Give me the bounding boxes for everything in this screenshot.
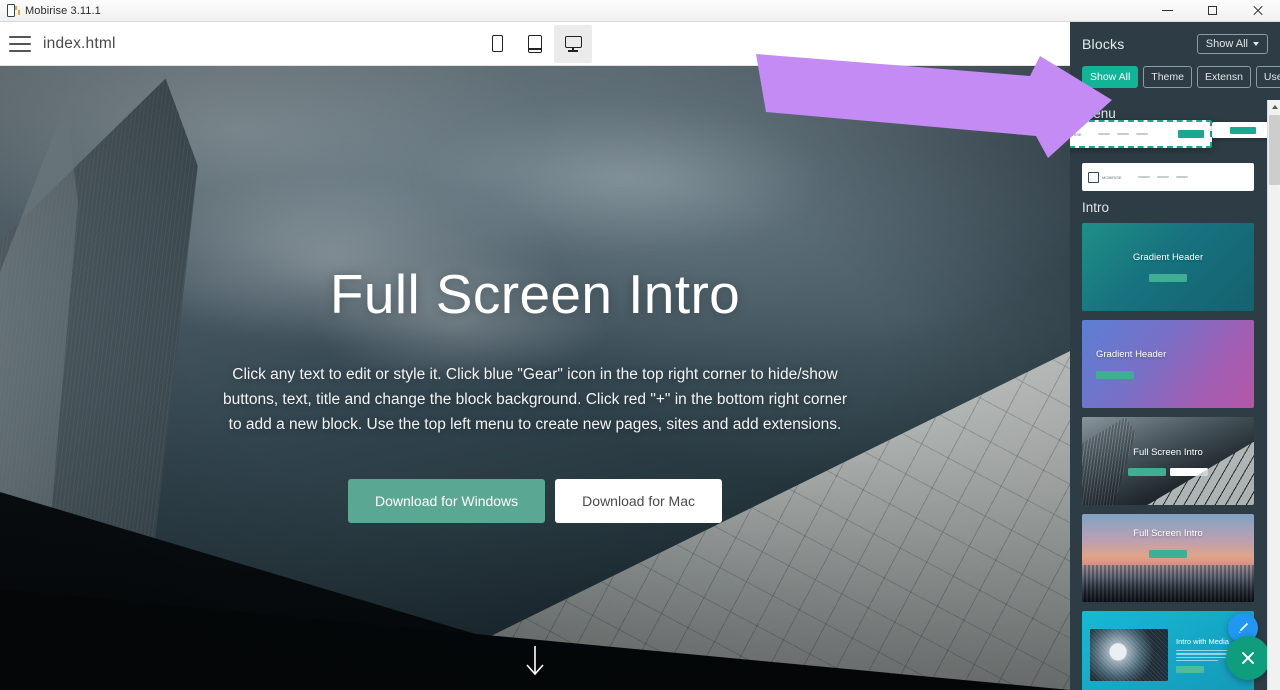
minimize-button[interactable]: [1145, 0, 1190, 22]
thumb-nav-links: [1098, 133, 1148, 136]
filter-user[interactable]: User: [1256, 66, 1280, 88]
hero-title[interactable]: Full Screen Intro: [330, 266, 740, 324]
filter-show-all[interactable]: Show All: [1082, 66, 1138, 88]
download-windows-button[interactable]: Download for Windows: [348, 479, 545, 523]
block-full-screen-intro-sunset[interactable]: Full Screen Intro: [1082, 514, 1254, 602]
desktop-icon: [565, 36, 582, 52]
brush-icon: [1236, 621, 1250, 635]
block-group-label-intro: Intro: [1082, 200, 1268, 215]
blocks-panel-scrollbar[interactable]: [1267, 100, 1280, 690]
block-full-screen-intro-arch[interactable]: Full Screen Intro: [1082, 417, 1254, 505]
thumb-cta-button: [1176, 666, 1204, 673]
filter-extensions[interactable]: Extensn: [1197, 66, 1251, 88]
menu-block-dragging[interactable]: MOBIRISE: [1070, 120, 1212, 148]
window-title: Mobirise 3.11.1: [25, 5, 101, 17]
blocks-panel-header: Blocks Show All: [1070, 22, 1280, 66]
thumb-cta-button: [1149, 274, 1187, 282]
thumb-nav-links: [1138, 176, 1188, 179]
close-icon: [1252, 5, 1263, 16]
menu-block-simple[interactable]: MOBIRISE: [1082, 163, 1254, 191]
blocks-list[interactable]: Menu MOBIRISE MOBIRISE Intro: [1070, 98, 1280, 690]
thumb-title: Gradient Header: [1096, 349, 1166, 360]
thumb-brand-label: MOBIRISE: [1070, 132, 1082, 137]
device-mobile-button[interactable]: [478, 25, 516, 63]
menu-block-drag-ghost: [1212, 122, 1274, 138]
thumb-cta-button: [1149, 550, 1187, 558]
chevron-down-icon: [1253, 42, 1259, 46]
thumb-cta-button: [1178, 130, 1204, 138]
device-preview-switcher: [478, 25, 592, 63]
page-canvas[interactable]: Full Screen Intro Click any text to edit…: [0, 66, 1070, 690]
phone-icon: [492, 35, 503, 52]
thumb-brand-label: MOBIRISE: [1102, 175, 1122, 180]
maximize-icon: [1207, 5, 1218, 16]
scroll-up-icon[interactable]: [1268, 100, 1280, 113]
hero-block[interactable]: Full Screen Intro Click any text to edit…: [0, 66, 1070, 690]
thumb-logo-icon: [1088, 172, 1099, 183]
close-panel-button[interactable]: [1226, 636, 1270, 680]
download-mac-button[interactable]: Download for Mac: [555, 479, 722, 523]
show-all-dropdown-label: Show All: [1206, 38, 1248, 50]
maximize-button[interactable]: [1190, 0, 1235, 22]
close-button[interactable]: [1235, 0, 1280, 22]
app-toolbar: index.html: [0, 22, 1070, 66]
scrollbar-thumb[interactable]: [1269, 115, 1280, 185]
mobirise-app-window: Mobirise 3.11.1 index.html: [0, 0, 1280, 690]
arrow-down-icon[interactable]: [522, 644, 548, 678]
block-group-label-menu: Menu: [1082, 106, 1268, 121]
thumb-button-row: [1128, 468, 1208, 476]
hero-body-text[interactable]: Click any text to edit or style it. Clic…: [220, 362, 850, 437]
tablet-icon: [528, 35, 542, 53]
document-title: index.html: [43, 35, 116, 53]
block-gradient-header-purple[interactable]: Gradient Header: [1082, 320, 1254, 408]
block-gradient-header-teal[interactable]: Gradient Header: [1082, 223, 1254, 311]
thumb-title: Full Screen Intro: [1133, 447, 1203, 458]
hamburger-menu-icon[interactable]: [9, 36, 31, 52]
minimize-icon: [1162, 5, 1173, 16]
window-controls: [1145, 0, 1280, 22]
device-desktop-button[interactable]: [554, 25, 592, 63]
hero-button-group: Download for Windows Download for Mac: [348, 479, 722, 523]
thumb-title: Gradient Header: [1133, 252, 1203, 263]
thumb-title: Full Screen Intro: [1133, 528, 1203, 539]
mobirise-logo-icon: [6, 4, 20, 18]
window-titlebar: Mobirise 3.11.1: [0, 0, 1280, 22]
close-x-icon: [1240, 650, 1256, 666]
show-all-dropdown[interactable]: Show All: [1197, 34, 1268, 54]
device-tablet-button[interactable]: [516, 25, 554, 63]
filter-theme[interactable]: Theme: [1143, 66, 1192, 88]
blocks-panel-title: Blocks: [1082, 36, 1124, 52]
blocks-panel: Blocks Show All Show All Theme Extensn U…: [1070, 22, 1280, 690]
blocks-filter-group: Show All Theme Extensn User: [1070, 66, 1280, 98]
thumb-media-image: [1090, 629, 1168, 681]
thumb-cta-button: [1096, 371, 1134, 379]
